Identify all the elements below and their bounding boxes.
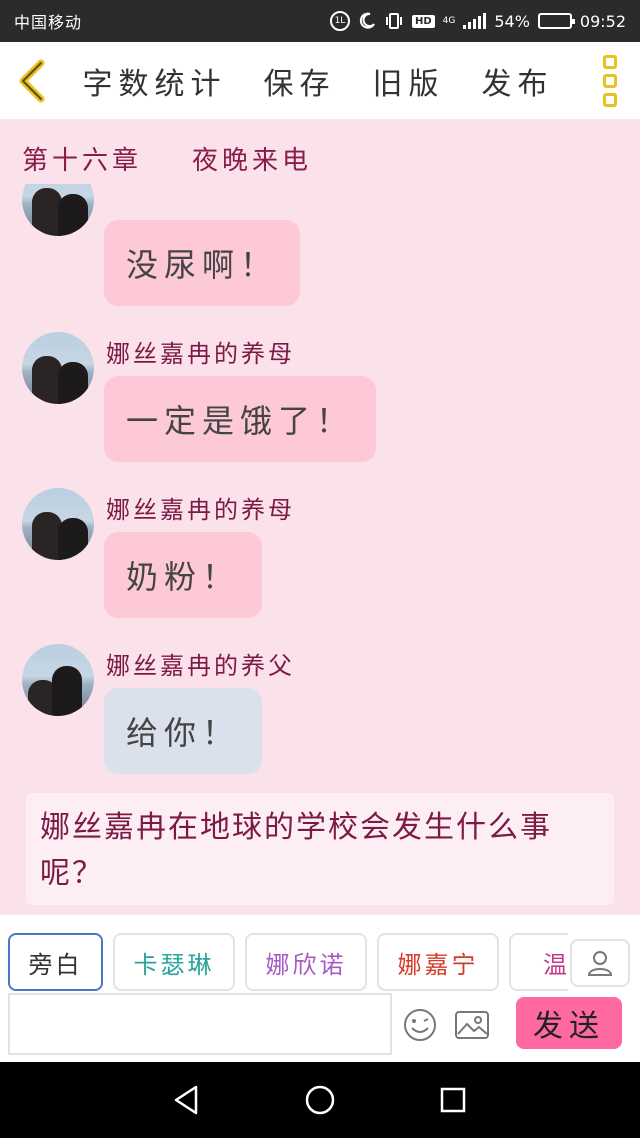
image-icon[interactable] <box>454 1009 490 1041</box>
menu-dot-icon <box>603 92 617 107</box>
avatar[interactable] <box>22 332 94 404</box>
battery-percent: 54% <box>494 11 530 31</box>
avatar[interactable] <box>22 488 94 560</box>
circle-home-icon <box>305 1085 335 1115</box>
carrier-name: 中国移动 <box>14 13 83 32</box>
menu-dot-icon <box>603 73 617 88</box>
character-narrator-button[interactable]: 旁白 <box>8 933 103 991</box>
status-bar: 中国移动 1L HD 4G 54% 09:52 <box>0 0 640 42</box>
chat-message[interactable]: 娜丝嘉冉的养母 一定是饿了！ <box>22 332 622 472</box>
top-toolbar: 字数统计 保存 旧版 发布 <box>0 42 640 120</box>
character-selector: 旁白 卡瑟琳 娜欣诺 娜嘉宁 温暖 <box>8 933 568 991</box>
back-button[interactable] <box>0 42 64 120</box>
chapter-number: 第十六章 <box>22 146 143 176</box>
send-button[interactable]: 发送 <box>516 997 622 1049</box>
sender-name: 娜丝嘉冉的养父 <box>106 652 295 680</box>
save-button[interactable]: 保存 <box>264 59 336 103</box>
character-button[interactable]: 娜嘉宁 <box>377 933 499 991</box>
chat-message[interactable]: 娜丝嘉冉的养父 给你！ <box>22 644 622 784</box>
status-icons: 1L HD 4G 54% 09:52 <box>329 11 626 31</box>
system-nav-bar <box>0 1062 640 1138</box>
menu-dot-icon <box>603 54 617 69</box>
message-bubble[interactable]: 给你！ <box>104 688 263 774</box>
nav-back-button[interactable] <box>167 1080 207 1120</box>
sender-name: 娜丝嘉冉的养母 <box>106 496 295 524</box>
character-button[interactable]: 娜欣诺 <box>245 933 367 991</box>
signal-icon <box>463 13 487 29</box>
message-bubble[interactable]: 没尿啊！ <box>104 220 301 306</box>
vibrate-icon <box>384 12 404 30</box>
square-recents-icon <box>441 1087 466 1113</box>
character-button[interactable]: 卡瑟琳 <box>113 933 235 991</box>
message-bubble[interactable]: 奶粉！ <box>104 532 263 618</box>
toolbar-actions: 字数统计 保存 旧版 发布 <box>64 59 580 103</box>
character-button[interactable]: 温暖 <box>509 933 568 991</box>
input-panel: 旁白 卡瑟琳 娜欣诺 娜嘉宁 温暖 发送 <box>0 914 640 1062</box>
network-type: 4G <box>442 16 456 26</box>
manage-characters-button[interactable] <box>570 939 630 987</box>
message-input[interactable] <box>8 993 392 1055</box>
chat-message[interactable]: 娜丝嘉冉的养母 奶粉！ <box>22 488 622 628</box>
word-count-button[interactable]: 字数统计 <box>83 59 227 103</box>
battery-icon <box>537 13 575 29</box>
triangle-back-icon <box>174 1085 197 1115</box>
chat-message[interactable]: 没尿啊！ <box>22 184 622 306</box>
chapter-title: 夜晚来电 <box>192 146 313 176</box>
more-menu-button[interactable] <box>580 42 640 120</box>
avatar[interactable] <box>22 644 94 716</box>
old-version-button[interactable]: 旧版 <box>373 59 445 103</box>
publish-button[interactable]: 发布 <box>482 59 554 103</box>
user-icon <box>587 951 613 976</box>
data-saver-icon: 1L <box>329 11 350 31</box>
emoji-icon[interactable] <box>402 1007 438 1043</box>
chevron-left-icon <box>19 59 45 102</box>
clock: 09:52 <box>579 11 626 31</box>
avatar[interactable] <box>22 184 94 236</box>
nav-recents-button[interactable] <box>433 1080 473 1120</box>
narration-bubble[interactable]: 娜丝嘉冉在地球的学校会发生什么事呢？ <box>26 793 614 905</box>
sender-name: 娜丝嘉冉的养母 <box>106 340 295 368</box>
nav-home-button[interactable] <box>300 1080 340 1120</box>
moon-icon <box>358 12 376 30</box>
chapter-heading: 第十六章 夜晚来电 <box>22 140 312 177</box>
message-bubble[interactable]: 一定是饿了！ <box>104 376 377 462</box>
hd-icon: HD <box>411 14 435 28</box>
